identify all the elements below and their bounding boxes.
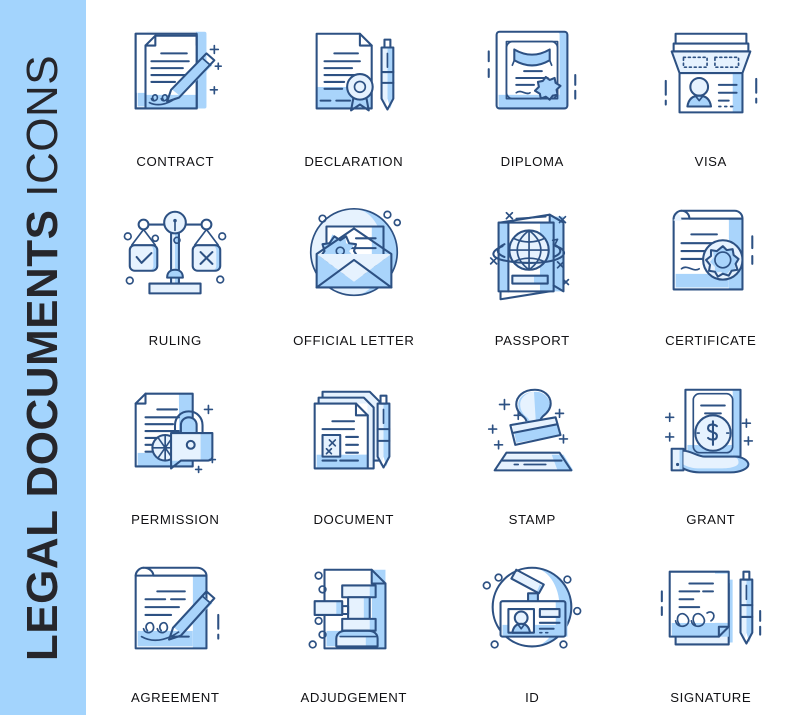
grid-cell-stamp[interactable]: STAMP	[443, 358, 622, 537]
permission-lock-icon[interactable]	[116, 376, 234, 494]
agreement-icon[interactable]	[116, 554, 234, 672]
grid-cell-contract[interactable]: CONTRACT	[86, 0, 265, 179]
grid-cell-id[interactable]: ID	[443, 536, 622, 715]
grid-cell-document[interactable]: DOCUMENT	[265, 358, 444, 537]
banner-sidebar: LEGAL DOCUMENTS ICONS	[0, 0, 86, 715]
cell-label: CERTIFICATE	[665, 332, 757, 348]
adjudgement-gavel-icon[interactable]	[295, 554, 413, 672]
document-icon[interactable]	[295, 376, 413, 494]
banner-title: LEGAL DOCUMENTS ICONS	[18, 54, 68, 660]
grid-cell-ruling[interactable]: RULING	[86, 179, 265, 358]
grid-cell-certificate[interactable]: CERTIFICATE	[622, 179, 800, 358]
grid-cell-declaration[interactable]: DECLARATION	[265, 0, 444, 179]
cell-label: ID	[525, 690, 540, 706]
cell-label: VISA	[694, 154, 727, 169]
cell-label: DOCUMENT	[313, 511, 395, 527]
certificate-icon[interactable]	[652, 197, 770, 315]
official-letter-icon[interactable]	[295, 197, 413, 315]
cell-label: GRANT	[686, 511, 736, 527]
grid-cell-passport[interactable]: PASSPORT	[443, 179, 622, 358]
grid-cell-permission[interactable]: PERMISSION	[86, 358, 265, 537]
cell-label: DECLARATION	[304, 154, 404, 169]
grid-cell-official-letter[interactable]: OFFICIAL LETTER	[265, 179, 444, 358]
grid-cell-grant[interactable]: GRANT	[622, 358, 800, 537]
stamp-icon[interactable]	[473, 376, 591, 494]
declaration-icon[interactable]	[295, 18, 413, 136]
visa-icon[interactable]	[652, 18, 770, 136]
passport-icon[interactable]	[473, 197, 591, 315]
ruling-scales-icon[interactable]	[116, 197, 234, 315]
grid-cell-agreement[interactable]: AGREEMENT	[86, 536, 265, 715]
grid-cell-signature[interactable]: SIGNATURE	[622, 536, 800, 715]
contract-icon[interactable]	[116, 18, 234, 136]
diploma-icon[interactable]	[473, 18, 591, 136]
icon-sheet: LEGAL DOCUMENTS ICONS CONTRACT DECLARATI…	[0, 0, 800, 715]
grid-cell-visa[interactable]: VISA	[622, 0, 800, 179]
cell-label: OFFICIAL LETTER	[293, 332, 415, 348]
cell-label: SIGNATURE	[670, 690, 752, 706]
cell-label: RULING	[148, 332, 202, 348]
cell-label: AGREEMENT	[131, 690, 220, 706]
cell-label: PERMISSION	[131, 511, 220, 527]
cell-label: CONTRACT	[136, 154, 215, 169]
grant-hand-money-icon[interactable]	[652, 376, 770, 494]
id-badge-icon[interactable]	[473, 554, 591, 672]
grid-cell-diploma[interactable]: DIPLOMA	[443, 0, 622, 179]
banner-title-bold: LEGAL DOCUMENTS	[18, 208, 67, 661]
cell-label: ADJUDGEMENT	[300, 690, 407, 706]
grid-cell-adjudgement[interactable]: ADJUDGEMENT	[265, 536, 444, 715]
signature-icon[interactable]	[652, 554, 770, 672]
cell-label: DIPLOMA	[500, 154, 564, 169]
cell-label: PASSPORT	[494, 332, 570, 348]
icon-grid: CONTRACT DECLARATION DIPLOMA VISA RULING…	[86, 0, 800, 715]
grid-area: CONTRACT DECLARATION DIPLOMA VISA RULING…	[86, 0, 800, 715]
cell-label: STAMP	[508, 511, 556, 527]
banner-title-light: ICONS	[18, 54, 67, 209]
